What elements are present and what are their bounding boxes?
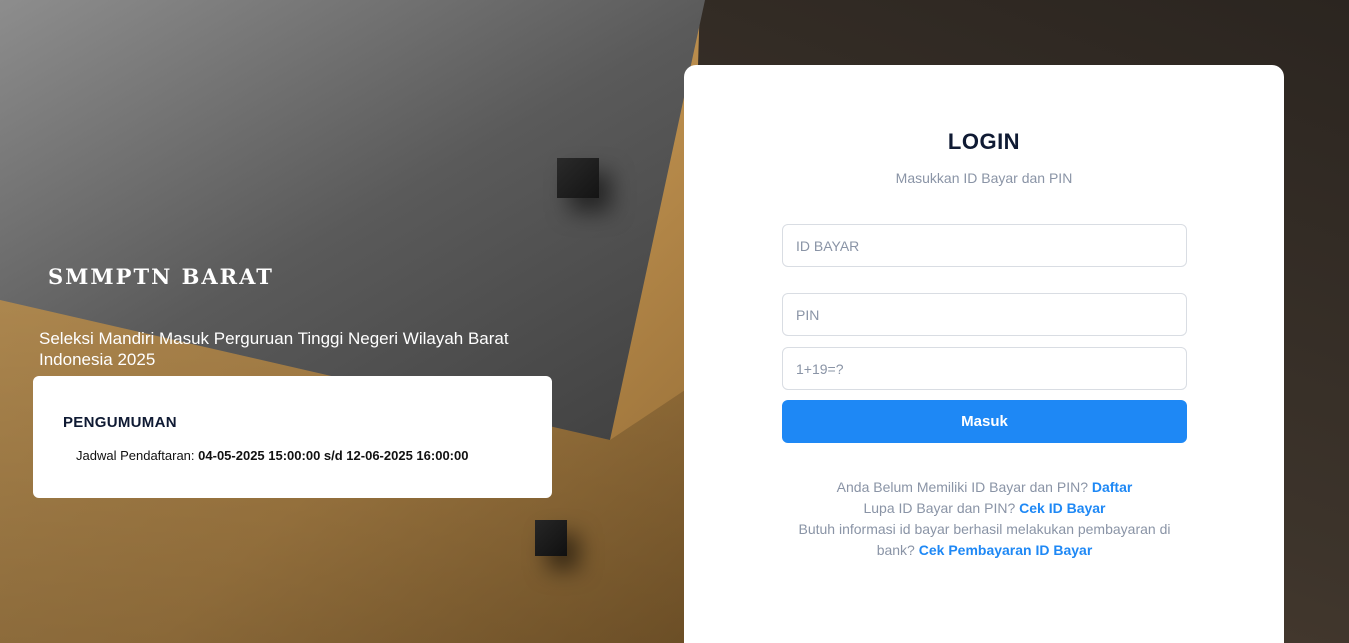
announcement-card: PENGUMUMAN Jadwal Pendaftaran: 04-05-202…	[33, 376, 552, 498]
check-id-link[interactable]: Cek ID Bayar	[1019, 500, 1105, 516]
pin-input[interactable]	[782, 293, 1187, 336]
help-links: Anda Belum Memiliki ID Bayar dan PIN? Da…	[782, 477, 1187, 561]
login-submit-button[interactable]: Masuk	[782, 400, 1187, 443]
register-link[interactable]: Daftar	[1092, 479, 1132, 495]
brand-logo-text: SMMPTN BARAT	[48, 264, 274, 289]
tagline: Seleksi Mandiri Masuk Perguruan Tinggi N…	[39, 329, 509, 369]
forgot-line: Lupa ID Bayar dan PIN? Cek ID Bayar	[782, 498, 1187, 519]
login-card: LOGIN Masukkan ID Bayar dan PIN Masuk An…	[684, 65, 1284, 643]
login-title: LOGIN	[947, 129, 1021, 154]
background-cube	[535, 520, 567, 556]
register-line: Anda Belum Memiliki ID Bayar dan PIN? Da…	[782, 477, 1187, 498]
payment-line: Butuh informasi id bayar berhasil melaku…	[782, 519, 1187, 561]
captcha-input[interactable]	[782, 347, 1187, 390]
schedule-label: Jadwal Pendaftaran:	[76, 448, 195, 463]
check-payment-link[interactable]: Cek Pembayaran ID Bayar	[919, 542, 1093, 558]
register-text: Anda Belum Memiliki ID Bayar dan PIN?	[836, 479, 1088, 495]
background-cube	[557, 158, 599, 198]
login-subtitle: Masukkan ID Bayar dan PIN	[895, 170, 1073, 186]
schedule-value: 04-05-2025 15:00:00 s/d 12-06-2025 16:00…	[198, 448, 469, 463]
announcement-title: PENGUMUMAN	[63, 414, 177, 431]
forgot-text: Lupa ID Bayar dan PIN?	[863, 500, 1016, 516]
registration-schedule: Jadwal Pendaftaran: 04-05-2025 15:00:00 …	[76, 448, 522, 463]
id-bayar-input[interactable]	[782, 224, 1187, 267]
